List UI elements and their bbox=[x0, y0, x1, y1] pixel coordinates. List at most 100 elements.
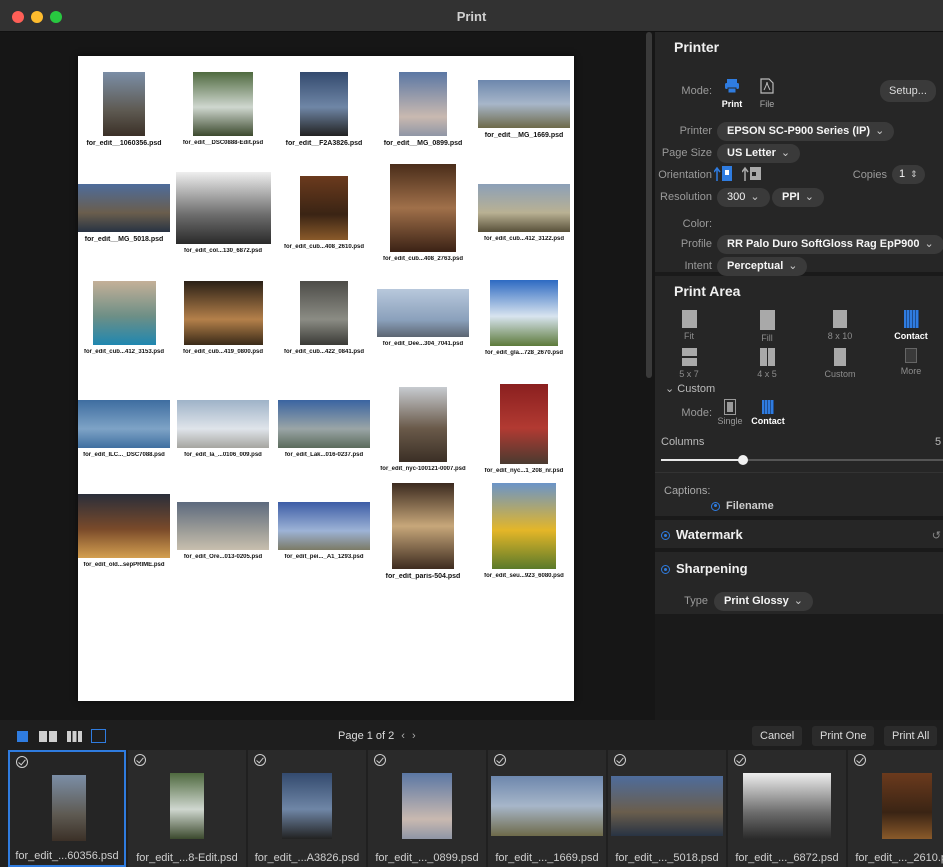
custom-mode-single[interactable]: Single bbox=[714, 399, 746, 426]
4x5-layout-icon bbox=[759, 348, 775, 366]
print-area-tile-more[interactable]: More bbox=[883, 348, 939, 376]
columns-slider-knob[interactable] bbox=[737, 455, 748, 465]
contact-sheet-caption: for_edit_cub...412_3153.psd bbox=[83, 349, 165, 355]
filmstrip-item[interactable]: for_edit_...60356.psd bbox=[8, 750, 126, 867]
contact-sheet-cell[interactable]: for_edit_cub...408_2763.psd bbox=[383, 164, 463, 262]
landscape-orientation-button[interactable] bbox=[741, 164, 762, 183]
contact-sheet-cell[interactable]: for_edit_Lak...016-0237.psd bbox=[278, 400, 370, 458]
previous-page-icon[interactable]: ‹ bbox=[401, 730, 405, 742]
filmstrip-item[interactable]: for_edit_..._2610.psd bbox=[848, 750, 943, 867]
filmstrip-filename: for_edit_..._5018.psd bbox=[615, 852, 719, 864]
contact-sheet-caption: for_edit__F2A3826.psd bbox=[285, 140, 363, 147]
printer-section-title: Printer bbox=[674, 39, 720, 55]
contact-sheet-cell[interactable]: for_edit__MG_1669.psd bbox=[478, 80, 570, 139]
contact-sheet-cell[interactable]: for_edit_col...130_6872.psd bbox=[175, 172, 271, 254]
contact-sheet-cell[interactable]: for_edit_nyc-100121-0007.psd bbox=[380, 386, 466, 472]
sharpening-type-value: Print Glossy bbox=[724, 595, 789, 607]
checkmark-icon[interactable] bbox=[734, 754, 746, 766]
checkmark-icon[interactable] bbox=[374, 754, 386, 766]
print-area-tile-contact[interactable]: Contact bbox=[883, 310, 939, 341]
print-area-tile-5x7[interactable]: 5 x 7 bbox=[661, 348, 717, 379]
copies-stepper[interactable]: 1 ⇕ bbox=[892, 165, 925, 184]
mode-print-option[interactable]: Print bbox=[719, 78, 745, 109]
print-area-tile-fit[interactable]: Fit bbox=[661, 310, 717, 341]
contact-sheet-cell[interactable]: for_edit_paris-504.psd bbox=[386, 483, 460, 580]
contact-sheet-cell[interactable]: for_edit_cub...412_3153.psd bbox=[84, 281, 164, 355]
contact-sheet-cell[interactable]: for_edit_cub...412_3122.psd bbox=[478, 184, 570, 242]
contact-sheet-cell[interactable]: for_edit_gla...728_2670.psd bbox=[485, 280, 563, 356]
filmstrip-item[interactable]: for_edit_...A3826.psd bbox=[248, 750, 366, 867]
contact-sheet-cell[interactable]: for_edit_nyc...1_208_nr.psd bbox=[485, 384, 563, 474]
contact-sheet-cell[interactable]: for_edit_ILC..._DSC7088.psd bbox=[78, 400, 170, 458]
custom-mode-contact[interactable]: Contact bbox=[749, 400, 787, 426]
checkmark-icon[interactable] bbox=[614, 754, 626, 766]
watermark-section[interactable]: Watermark ↺ bbox=[655, 520, 943, 548]
setup-button[interactable]: Setup... bbox=[880, 80, 936, 102]
contact-sheet-cell[interactable]: for_edit__MG_0899.psd bbox=[384, 72, 462, 147]
columns-label: Columns bbox=[661, 436, 705, 448]
print-area-tile-fill[interactable]: Fill bbox=[739, 310, 795, 343]
contact-sheet-caption: for_edit_nyc...1_208_nr.psd bbox=[484, 468, 564, 474]
contact-sheet-cell[interactable]: for_edit_pei..._A1_1293.psd bbox=[278, 502, 370, 560]
contact-sheet-thumbnail bbox=[300, 176, 348, 240]
print-area-tile-4x5[interactable]: 4 x 5 bbox=[739, 348, 795, 379]
print-all-button[interactable]: Print All bbox=[884, 726, 938, 746]
profile-dropdown[interactable]: RR Palo Duro SoftGloss Rag EpP900 ⌄ bbox=[717, 235, 943, 254]
print-one-button[interactable]: Print One bbox=[812, 726, 875, 746]
two-up-view-icon[interactable] bbox=[39, 731, 57, 742]
filmstrip-item[interactable]: for_edit_..._5018.psd bbox=[608, 750, 726, 867]
intent-label: Intent bbox=[684, 260, 712, 272]
checkmark-icon[interactable] bbox=[134, 754, 146, 766]
contact-sheet-cell[interactable]: for_edit_cub...419_0800.psd bbox=[183, 281, 263, 355]
sharpening-type-dropdown[interactable]: Print Glossy ⌄ bbox=[714, 592, 814, 611]
filmstrip-item[interactable]: for_edit_..._1669.psd bbox=[488, 750, 606, 867]
checkmark-icon[interactable] bbox=[254, 754, 266, 766]
chevron-down-icon: ⌄ bbox=[804, 191, 814, 203]
contact-sheet-cell[interactable]: for_edit_la_...0106_009.psd bbox=[177, 400, 269, 458]
resolution-unit-dropdown[interactable]: PPI ⌄ bbox=[772, 188, 824, 207]
contact-sheet-cell[interactable]: for_edit_cub...422_0841.psd bbox=[284, 281, 364, 355]
checkmark-icon[interactable] bbox=[494, 754, 506, 766]
filmstrip-item[interactable]: for_edit_..._6872.psd bbox=[728, 750, 846, 867]
resolution-label: Resolution bbox=[660, 191, 712, 203]
contact-sheet-cell[interactable]: for_edit__MG_5018.psd bbox=[78, 184, 170, 243]
columns-slider-track[interactable] bbox=[661, 455, 943, 465]
reset-icon[interactable]: ↺ bbox=[932, 529, 941, 542]
contact-sheet-thumbnail bbox=[193, 72, 253, 136]
contact-sheet-cell[interactable]: for_edit_cub...408_2610.psd bbox=[284, 176, 364, 250]
caption-filename-option[interactable]: Filename bbox=[711, 500, 774, 512]
printer-dropdown[interactable]: EPSON SC-P900 Series (IP) ⌄ bbox=[717, 122, 895, 141]
contact-sheet-cell[interactable]: for_edit_seu...923_6080.psd bbox=[484, 483, 564, 579]
portrait-orientation-button[interactable] bbox=[713, 164, 734, 183]
cancel-button[interactable]: Cancel bbox=[752, 726, 803, 746]
single-view-icon[interactable] bbox=[17, 731, 28, 742]
contact-sheet-cell[interactable]: for_edit__F2A3826.psd bbox=[286, 72, 362, 147]
sharpening-title[interactable]: Sharpening bbox=[661, 561, 748, 576]
print-area-section: Print Area Fit Fill 8 x 10 Contact 5 x 7 4 x … bbox=[655, 276, 943, 516]
8x10-layout-icon bbox=[833, 310, 847, 328]
filmstrip-item[interactable]: for_edit_..._0899.psd bbox=[368, 750, 486, 867]
contact-sheet-cell[interactable]: for_edit__1060356.psd bbox=[86, 72, 162, 147]
mode-file-option[interactable]: File bbox=[755, 78, 779, 109]
page-size-dropdown[interactable]: US Letter ⌄ bbox=[717, 144, 801, 163]
intent-dropdown[interactable]: Perceptual ⌄ bbox=[717, 257, 808, 276]
portrait-icon bbox=[713, 166, 732, 181]
print-area-tile-8x10[interactable]: 8 x 10 bbox=[812, 310, 868, 341]
print-area-tile-custom[interactable]: Custom bbox=[812, 348, 868, 379]
grid-view-icon[interactable] bbox=[67, 731, 82, 742]
preview-scrollbar[interactable] bbox=[646, 32, 652, 378]
contact-sheet-caption: for_edit_old...sepPRIME.psd bbox=[83, 562, 165, 568]
contact-sheet-cell[interactable]: for_edit_Dee...304_7041.psd bbox=[377, 289, 469, 347]
contact-sheet-cell[interactable]: for_edit_Ore...013-0205.psd bbox=[177, 502, 269, 560]
select-all-icon[interactable] bbox=[91, 729, 106, 743]
copies-value: 1 bbox=[899, 168, 906, 180]
filmstrip-item[interactable]: for_edit_...8-Edit.psd bbox=[128, 750, 246, 867]
resolution-dropdown[interactable]: 300 ⌄ bbox=[717, 188, 770, 207]
contact-sheet-cell[interactable]: for_edit_old...sepPRIME.psd bbox=[78, 494, 170, 568]
contact-sheet-cell[interactable]: for_edit__DSC0888-Edit.psd bbox=[183, 72, 263, 146]
custom-toggle[interactable]: ⌄ Custom bbox=[665, 382, 715, 395]
checkmark-icon[interactable] bbox=[16, 756, 28, 768]
next-page-icon[interactable]: › bbox=[412, 730, 416, 742]
checkmark-icon[interactable] bbox=[854, 754, 866, 766]
columns-slider-fill bbox=[661, 459, 743, 461]
